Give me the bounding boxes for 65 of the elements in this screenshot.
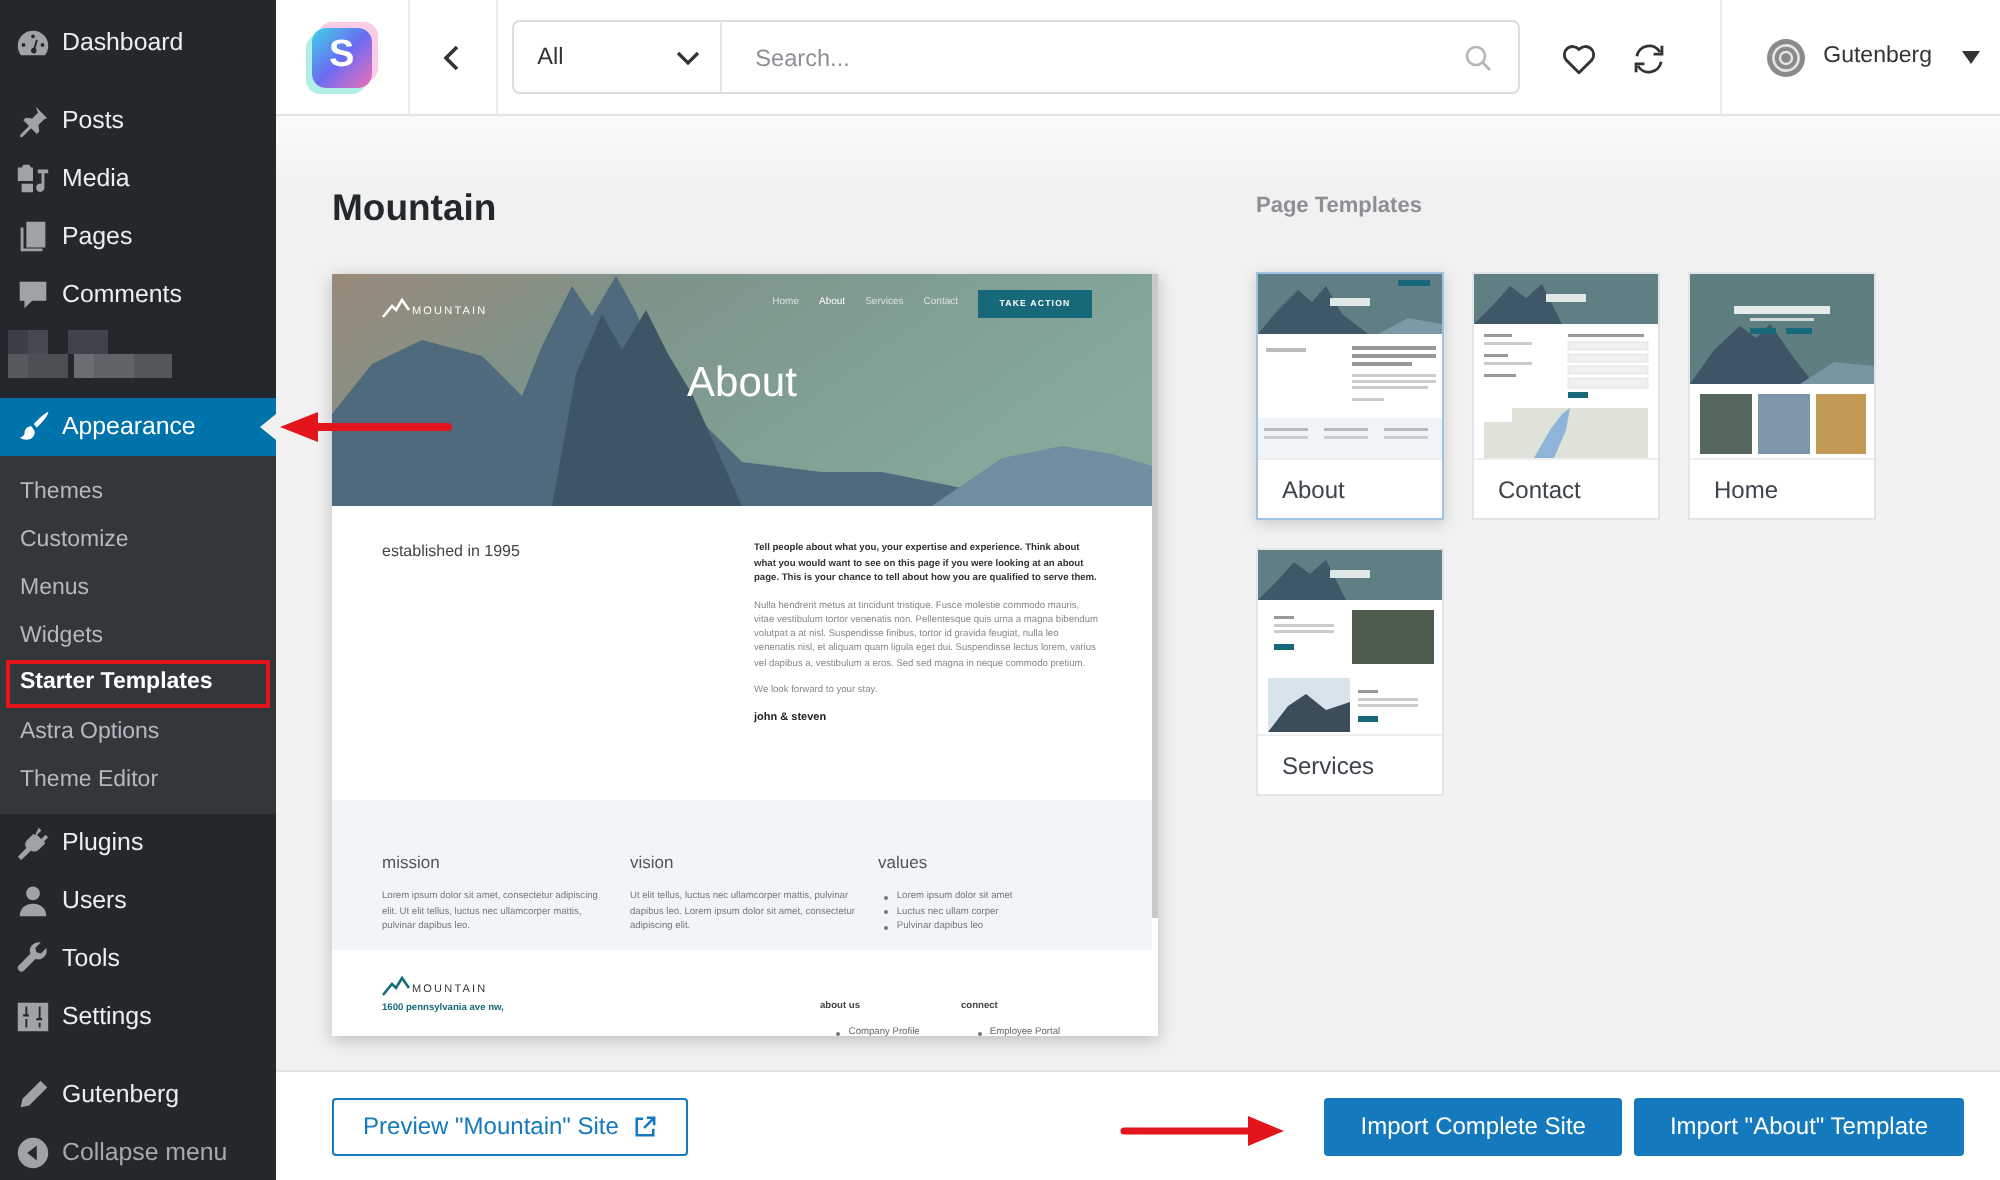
pushpin-icon — [14, 102, 52, 140]
scrollbar-thumb[interactable] — [1152, 274, 1158, 918]
sidebar-menu-item[interactable]: Posts — [0, 92, 276, 150]
sidebar-menu-item[interactable]: Media — [0, 150, 276, 208]
app-logo[interactable]: S — [311, 27, 372, 87]
feature-heading: values — [878, 850, 928, 874]
bullet-icon — [977, 1031, 982, 1036]
mountain-logo-icon — [382, 298, 410, 318]
avatar-icon — [1765, 37, 1806, 77]
template-name: About — [1258, 458, 1442, 518]
sidebar-menu-item[interactable]: Users — [0, 872, 276, 930]
submenu-item[interactable]: Starter Templates — [6, 660, 270, 708]
speech-bubble-icon — [14, 276, 52, 314]
sidebar-menu-item[interactable]: Appearance — [0, 398, 276, 456]
hero-heading: About — [685, 360, 799, 408]
template-name: Services — [1258, 734, 1442, 794]
sidebar-menu-item[interactable]: Plugins — [0, 814, 276, 872]
sidebar-menu-item[interactable]: Comments — [0, 266, 276, 324]
category-select[interactable]: All — [511, 20, 722, 94]
sidebar-menu-item[interactable]: Pages — [0, 208, 276, 266]
feature-heading: mission — [382, 850, 440, 874]
wrench-icon — [14, 940, 52, 978]
heart-icon — [1560, 39, 1599, 77]
user-icon — [14, 882, 52, 920]
collapse-menu-button[interactable]: Collapse menu — [0, 1124, 276, 1180]
bullet-icon — [884, 895, 889, 900]
external-link-icon — [634, 1115, 657, 1137]
import-button[interactable]: Import "About" Template — [1633, 1097, 1964, 1155]
template-name: Home — [1690, 458, 1874, 518]
import-button[interactable]: Import Complete Site — [1324, 1097, 1622, 1155]
circle-left-arrow-icon — [14, 1134, 52, 1172]
submenu-item[interactable]: Themes — [0, 468, 276, 516]
sidebar-menu-item[interactable]: Dashboard — [0, 14, 276, 72]
section-heading: Page Templates — [1256, 192, 1424, 222]
template-card[interactable]: Contact — [1472, 272, 1660, 520]
template-card[interactable]: Home — [1688, 272, 1876, 520]
plug-icon — [14, 824, 52, 862]
template-card[interactable]: Services — [1256, 548, 1444, 796]
mountain-logo-icon — [382, 976, 410, 996]
menu-notch-icon — [260, 414, 276, 440]
search-field[interactable]: Search... — [721, 20, 1520, 94]
template-title: Mountain — [332, 184, 499, 230]
submenu-item[interactable]: Customize — [0, 516, 276, 564]
bullet-icon — [884, 910, 889, 915]
submenu-item[interactable]: Astra Options — [0, 708, 276, 756]
search-icon — [1463, 44, 1492, 72]
tagline: established in 1995 — [382, 542, 520, 562]
camera-music-icon — [14, 160, 52, 198]
sidebar-menu-item[interactable]: Gutenberg — [0, 1066, 276, 1124]
template-card[interactable]: About — [1256, 272, 1444, 520]
paintbrush-icon — [14, 408, 52, 446]
feature-heading: vision — [630, 850, 674, 874]
sidebar-menu-item[interactable]: Tools — [0, 930, 276, 988]
bullet-icon — [884, 925, 889, 930]
submenu-item[interactable]: Theme Editor — [0, 756, 276, 804]
sliders-icon — [14, 998, 52, 1036]
refresh-icon — [1630, 39, 1669, 77]
preview-site-button[interactable]: Preview "Mountain" Site — [332, 1097, 688, 1155]
template-name: Contact — [1474, 458, 1658, 518]
bullet-icon — [836, 1031, 841, 1036]
submenu-item[interactable]: Menus — [0, 564, 276, 612]
sidebar-menu-item[interactable]: Settings — [0, 988, 276, 1046]
page-builder-select[interactable]: Gutenberg — [1721, 0, 2000, 114]
submenu-item[interactable]: Widgets — [0, 612, 276, 660]
caret-down-icon — [1962, 48, 1980, 66]
